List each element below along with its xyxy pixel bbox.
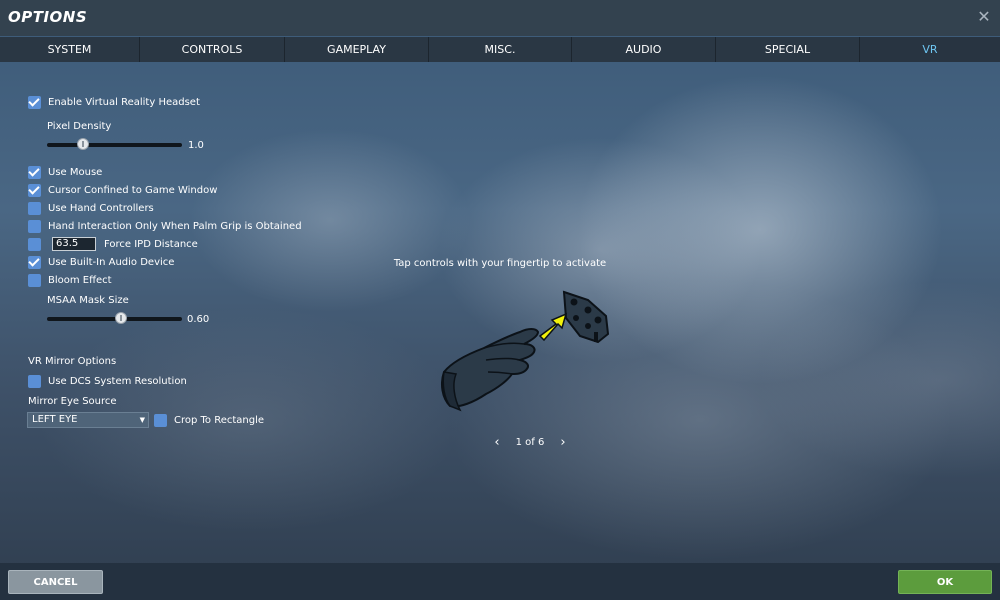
force-ipd-label: Force IPD Distance — [104, 238, 198, 250]
tutorial-hint: Tap controls with your fingertip to acti… — [393, 258, 607, 269]
msaa-mask-label: MSAA Mask Size — [47, 294, 129, 306]
palm-grip-label: Hand Interaction Only When Palm Grip is … — [48, 220, 302, 232]
palm-grip-checkbox[interactable] — [28, 219, 41, 233]
pixel-density-value: 1.0 — [188, 139, 204, 151]
panel-knob-1 — [570, 298, 578, 306]
mirror-heading-row: VR Mirror Options — [28, 353, 116, 369]
force-ipd-row[interactable]: 63.5 Force IPD Distance — [28, 236, 198, 252]
tab-bar: SYSTEM CONTROLS GAMEPLAY MISC. AUDIO SPE… — [0, 37, 1000, 62]
builtin-audio-label: Use Built-In Audio Device — [48, 256, 175, 268]
msaa-mask-knob[interactable] — [115, 312, 127, 324]
crop-rectangle-row[interactable]: Crop To Rectangle — [154, 412, 264, 428]
tutorial-pager: ‹ 1 of 6 › — [490, 435, 580, 450]
chevron-left-icon[interactable]: ‹ — [490, 435, 504, 450]
crop-rectangle-label: Crop To Rectangle — [174, 414, 265, 426]
hand-controllers-checkbox[interactable] — [28, 201, 41, 215]
bloom-row[interactable]: Bloom Effect — [28, 272, 112, 288]
panel-knob-4 — [585, 323, 591, 329]
msaa-mask-row: MSAA Mask Size — [47, 292, 129, 308]
tab-misc[interactable]: MISC. — [429, 37, 572, 62]
bloom-checkbox[interactable] — [28, 273, 41, 287]
dcs-resolution-row[interactable]: Use DCS System Resolution — [28, 373, 187, 389]
dcs-resolution-checkbox[interactable] — [28, 374, 41, 388]
ok-button[interactable]: OK — [898, 570, 992, 594]
eye-source-label-row: Mirror Eye Source — [28, 393, 117, 409]
yellow-arrow — [538, 312, 568, 342]
tab-audio[interactable]: AUDIO — [572, 37, 716, 62]
hand-controllers-row[interactable]: Use Hand Controllers — [28, 200, 154, 216]
cursor-confined-checkbox[interactable] — [28, 183, 41, 197]
tab-controls[interactable]: CONTROLS — [140, 37, 285, 62]
panel-knob-3 — [594, 316, 602, 324]
page-indicator: 1 of 6 — [515, 436, 545, 448]
use-mouse-checkbox[interactable] — [28, 165, 41, 179]
mirror-options-heading: VR Mirror Options — [28, 355, 117, 367]
use-mouse-label: Use Mouse — [48, 166, 103, 178]
builtin-audio-checkbox[interactable] — [28, 255, 41, 269]
force-ipd-checkbox[interactable] — [28, 237, 41, 251]
bloom-label: Bloom Effect — [48, 274, 112, 286]
pixel-density-slider[interactable] — [47, 143, 182, 147]
palm-grip-row[interactable]: Hand Interaction Only When Palm Grip is … — [28, 218, 302, 234]
cursor-confined-label: Cursor Confined to Game Window — [48, 184, 218, 196]
glove-hand-pressing-panel-icon — [441, 290, 610, 412]
panel-leg — [594, 332, 598, 342]
msaa-mask-value-row: 0.60 — [187, 311, 209, 327]
panel-knob-5 — [573, 315, 579, 321]
footer-bar — [0, 563, 1000, 600]
pixel-density-row: Pixel Density — [47, 118, 111, 134]
use-mouse-row[interactable]: Use Mouse — [28, 164, 102, 180]
tab-special[interactable]: SPECIAL — [716, 37, 860, 62]
tab-gameplay[interactable]: GAMEPLAY — [285, 37, 429, 62]
close-icon[interactable]: ✕ — [974, 7, 994, 27]
tab-vr[interactable]: VR — [860, 37, 1000, 62]
pixel-density-knob[interactable] — [77, 138, 89, 150]
tab-system[interactable]: SYSTEM — [0, 37, 140, 62]
eye-source-value: LEFT EYE — [32, 414, 78, 425]
pixel-density-label: Pixel Density — [47, 120, 112, 132]
eye-source-label: Mirror Eye Source — [28, 395, 117, 407]
panel-knob-2 — [584, 306, 592, 314]
crop-rectangle-checkbox[interactable] — [154, 413, 167, 427]
window-title: OPTIONS — [8, 8, 88, 26]
msaa-mask-value: 0.60 — [187, 313, 210, 325]
enable-vr-checkbox[interactable] — [28, 95, 41, 109]
chevron-right-icon[interactable]: › — [556, 435, 570, 450]
hand-controllers-label: Use Hand Controllers — [48, 202, 154, 214]
control-panel-shape — [562, 290, 610, 344]
gloved-hand — [441, 328, 540, 408]
title-bar: OPTIONS ✕ — [0, 0, 1000, 36]
dropdown-arrow-icon: ▼ — [139, 416, 145, 424]
eye-source-select[interactable]: LEFT EYE ▼ — [27, 412, 149, 428]
pixel-density-value-row: 1.0 — [188, 137, 204, 153]
ipd-distance-input[interactable]: 63.5 — [52, 237, 96, 251]
enable-vr-label: Enable Virtual Reality Headset — [48, 96, 200, 108]
builtin-audio-row[interactable]: Use Built-In Audio Device — [28, 254, 174, 270]
enable-vr-row[interactable]: Enable Virtual Reality Headset — [28, 94, 200, 110]
dcs-resolution-label: Use DCS System Resolution — [48, 375, 187, 387]
cursor-confined-row[interactable]: Cursor Confined to Game Window — [28, 182, 217, 198]
cancel-button[interactable]: CANCEL — [8, 570, 103, 594]
